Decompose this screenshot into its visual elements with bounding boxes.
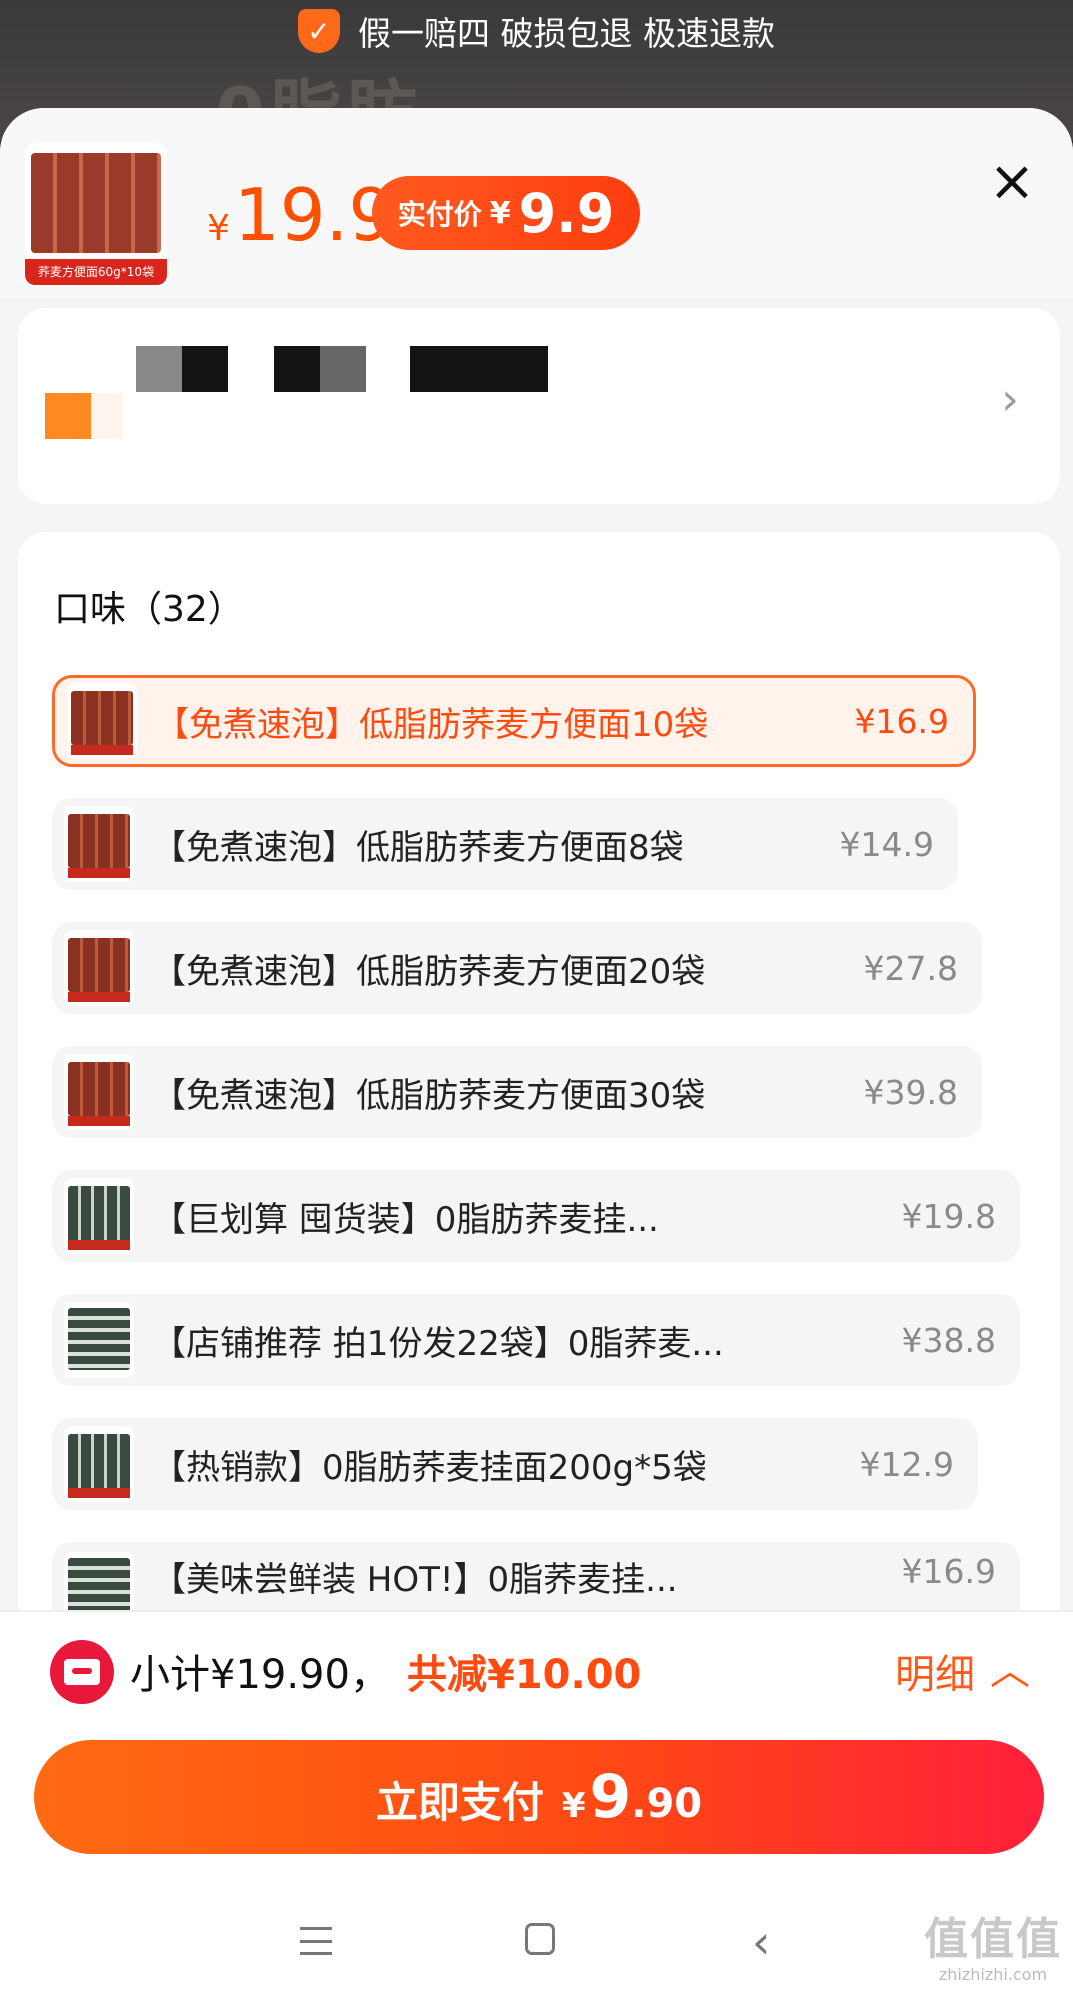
chevron-up-icon[interactable]: ︿ — [990, 1638, 1030, 1696]
coupon-icon — [50, 1640, 114, 1704]
option-name: 【巨划算 囤货装】0脂肪荞麦挂... — [152, 1199, 659, 1240]
option-price: ¥38.8 — [901, 1320, 996, 1360]
product-bags-image — [31, 153, 161, 253]
flavor-option[interactable]: 【店铺推荐 拍1份发22袋】0脂荞麦... ¥38.8 — [52, 1294, 1020, 1386]
flavor-option[interactable]: 【免煮速泡】低脂肪荞麦方便面8袋 ¥14.9 — [52, 798, 958, 890]
option-thumbnail — [64, 930, 134, 1006]
redacted-block — [410, 346, 548, 392]
flavor-option[interactable]: 【巨划算 囤货装】0脂肪荞麦挂... ¥19.8 — [52, 1170, 1020, 1262]
option-thumbnail — [64, 806, 134, 882]
close-icon[interactable]: × — [989, 154, 1036, 210]
redacted-block — [274, 346, 320, 392]
flavor-option[interactable]: 【美味尝鲜装 HOT!】0脂荞麦挂... ¥16.9 — [52, 1542, 1020, 1610]
guarantee-banner: ✓ 假一赔四 破损包退 极速退款 — [0, 0, 1073, 62]
pay-symbol: ¥ — [561, 1786, 586, 1826]
redacted-block — [136, 346, 182, 392]
option-price: ¥27.8 — [863, 948, 958, 988]
address-tag-tail — [91, 393, 123, 439]
system-navbar: ‹ 值值值 zhizhizhi.com — [0, 1875, 1073, 2005]
pay-now-button[interactable]: 立即支付 ¥ 9 .90 — [34, 1740, 1044, 1854]
detail-link[interactable]: 明细 — [895, 1642, 975, 1700]
flavor-title: 口味（32） — [54, 589, 244, 630]
flavor-option[interactable]: 【免煮速泡】低脂肪荞麦方便面20袋 ¥27.8 — [52, 922, 982, 1014]
option-thumbnail — [67, 683, 137, 759]
watermark-url: zhizhizhi.com — [938, 1965, 1048, 1984]
subtotal: 小计¥19.90， — [130, 1652, 390, 1698]
option-name: 【热销款】0脂肪荞麦挂面200g*5袋 — [152, 1447, 707, 1488]
option-thumbnail — [64, 1302, 134, 1378]
option-name: 【店铺推荐 拍1份发22袋】0脂荞麦... — [152, 1323, 724, 1364]
flavor-option[interactable]: 【免煮速泡】低脂肪荞麦方便面10袋 ¥16.9 — [52, 675, 976, 767]
checkout-bar: 小计¥19.90， 共减¥10.00 明细 ︿ 立即支付 ¥ 9 .90 — [0, 1610, 1073, 1877]
flavor-option[interactable]: 【免煮速泡】低脂肪荞麦方便面30袋 ¥39.8 — [52, 1046, 982, 1138]
option-thumbnail — [64, 1426, 134, 1502]
option-price: ¥14.9 — [839, 824, 934, 864]
watermark-logo: 值值值 — [924, 1914, 1062, 1965]
sheet-header: 荞麦方便面60g*10袋 ¥ 19.9 实付价 ¥ 9.9 — [0, 108, 1073, 298]
product-thumbnail[interactable]: 荞麦方便面60g*10袋 — [25, 143, 167, 285]
option-price: ¥16.9 — [854, 701, 949, 741]
menu-icon[interactable] — [300, 1927, 332, 1955]
chevron-right-icon[interactable]: › — [990, 378, 1030, 422]
redacted-block — [320, 346, 366, 392]
option-name: 【免煮速泡】低脂肪荞麦方便面30袋 — [152, 1075, 706, 1116]
option-thumbnail — [64, 1054, 134, 1130]
shield-check-icon: ✓ — [298, 9, 340, 53]
option-price: ¥19.8 — [901, 1196, 996, 1236]
option-thumbnail — [64, 1178, 134, 1254]
home-icon[interactable] — [525, 1923, 555, 1955]
redacted-block — [182, 346, 228, 392]
option-price: ¥39.8 — [863, 1072, 958, 1112]
price-symbol: ¥ — [207, 208, 230, 249]
price-value: 19.9 — [233, 173, 395, 257]
pay-amount-dec: .90 — [631, 1781, 703, 1827]
option-name: 【免煮速泡】低脂肪荞麦方便面20袋 — [152, 951, 706, 992]
current-price: ¥ 19.9 — [207, 173, 394, 257]
option-price: ¥16.9 — [901, 1552, 996, 1591]
option-price: ¥12.9 — [859, 1444, 954, 1484]
thumbnail-caption: 荞麦方便面60g*10袋 — [25, 259, 167, 285]
option-name: 【免煮速泡】低脂肪荞麦方便面8袋 — [152, 827, 684, 868]
back-icon[interactable]: ‹ — [752, 1915, 770, 1969]
paid-amount: 9.9 — [518, 181, 615, 245]
option-name: 【美味尝鲜装 HOT!】0脂荞麦挂... — [152, 1560, 678, 1600]
paid-label: 实付价 — [397, 198, 482, 231]
actual-paid-badge: 实付价 ¥ 9.9 — [372, 176, 640, 250]
option-name: 【免煮速泡】低脂肪荞麦方便面10袋 — [155, 704, 709, 745]
total-discount: 共减¥10.00 — [407, 1652, 642, 1698]
address-card[interactable] — [18, 308, 1060, 504]
address-tag — [45, 393, 91, 439]
guarantee-text: 假一赔四 破损包退 极速退款 — [358, 14, 775, 53]
option-thumbnail — [64, 1552, 134, 1610]
pay-label: 立即支付 — [375, 1778, 544, 1827]
paid-symbol: ¥ — [489, 195, 511, 231]
pay-amount-int: 9 — [589, 1762, 632, 1832]
flavor-option[interactable]: 【热销款】0脂肪荞麦挂面200g*5袋 ¥12.9 — [52, 1418, 978, 1510]
